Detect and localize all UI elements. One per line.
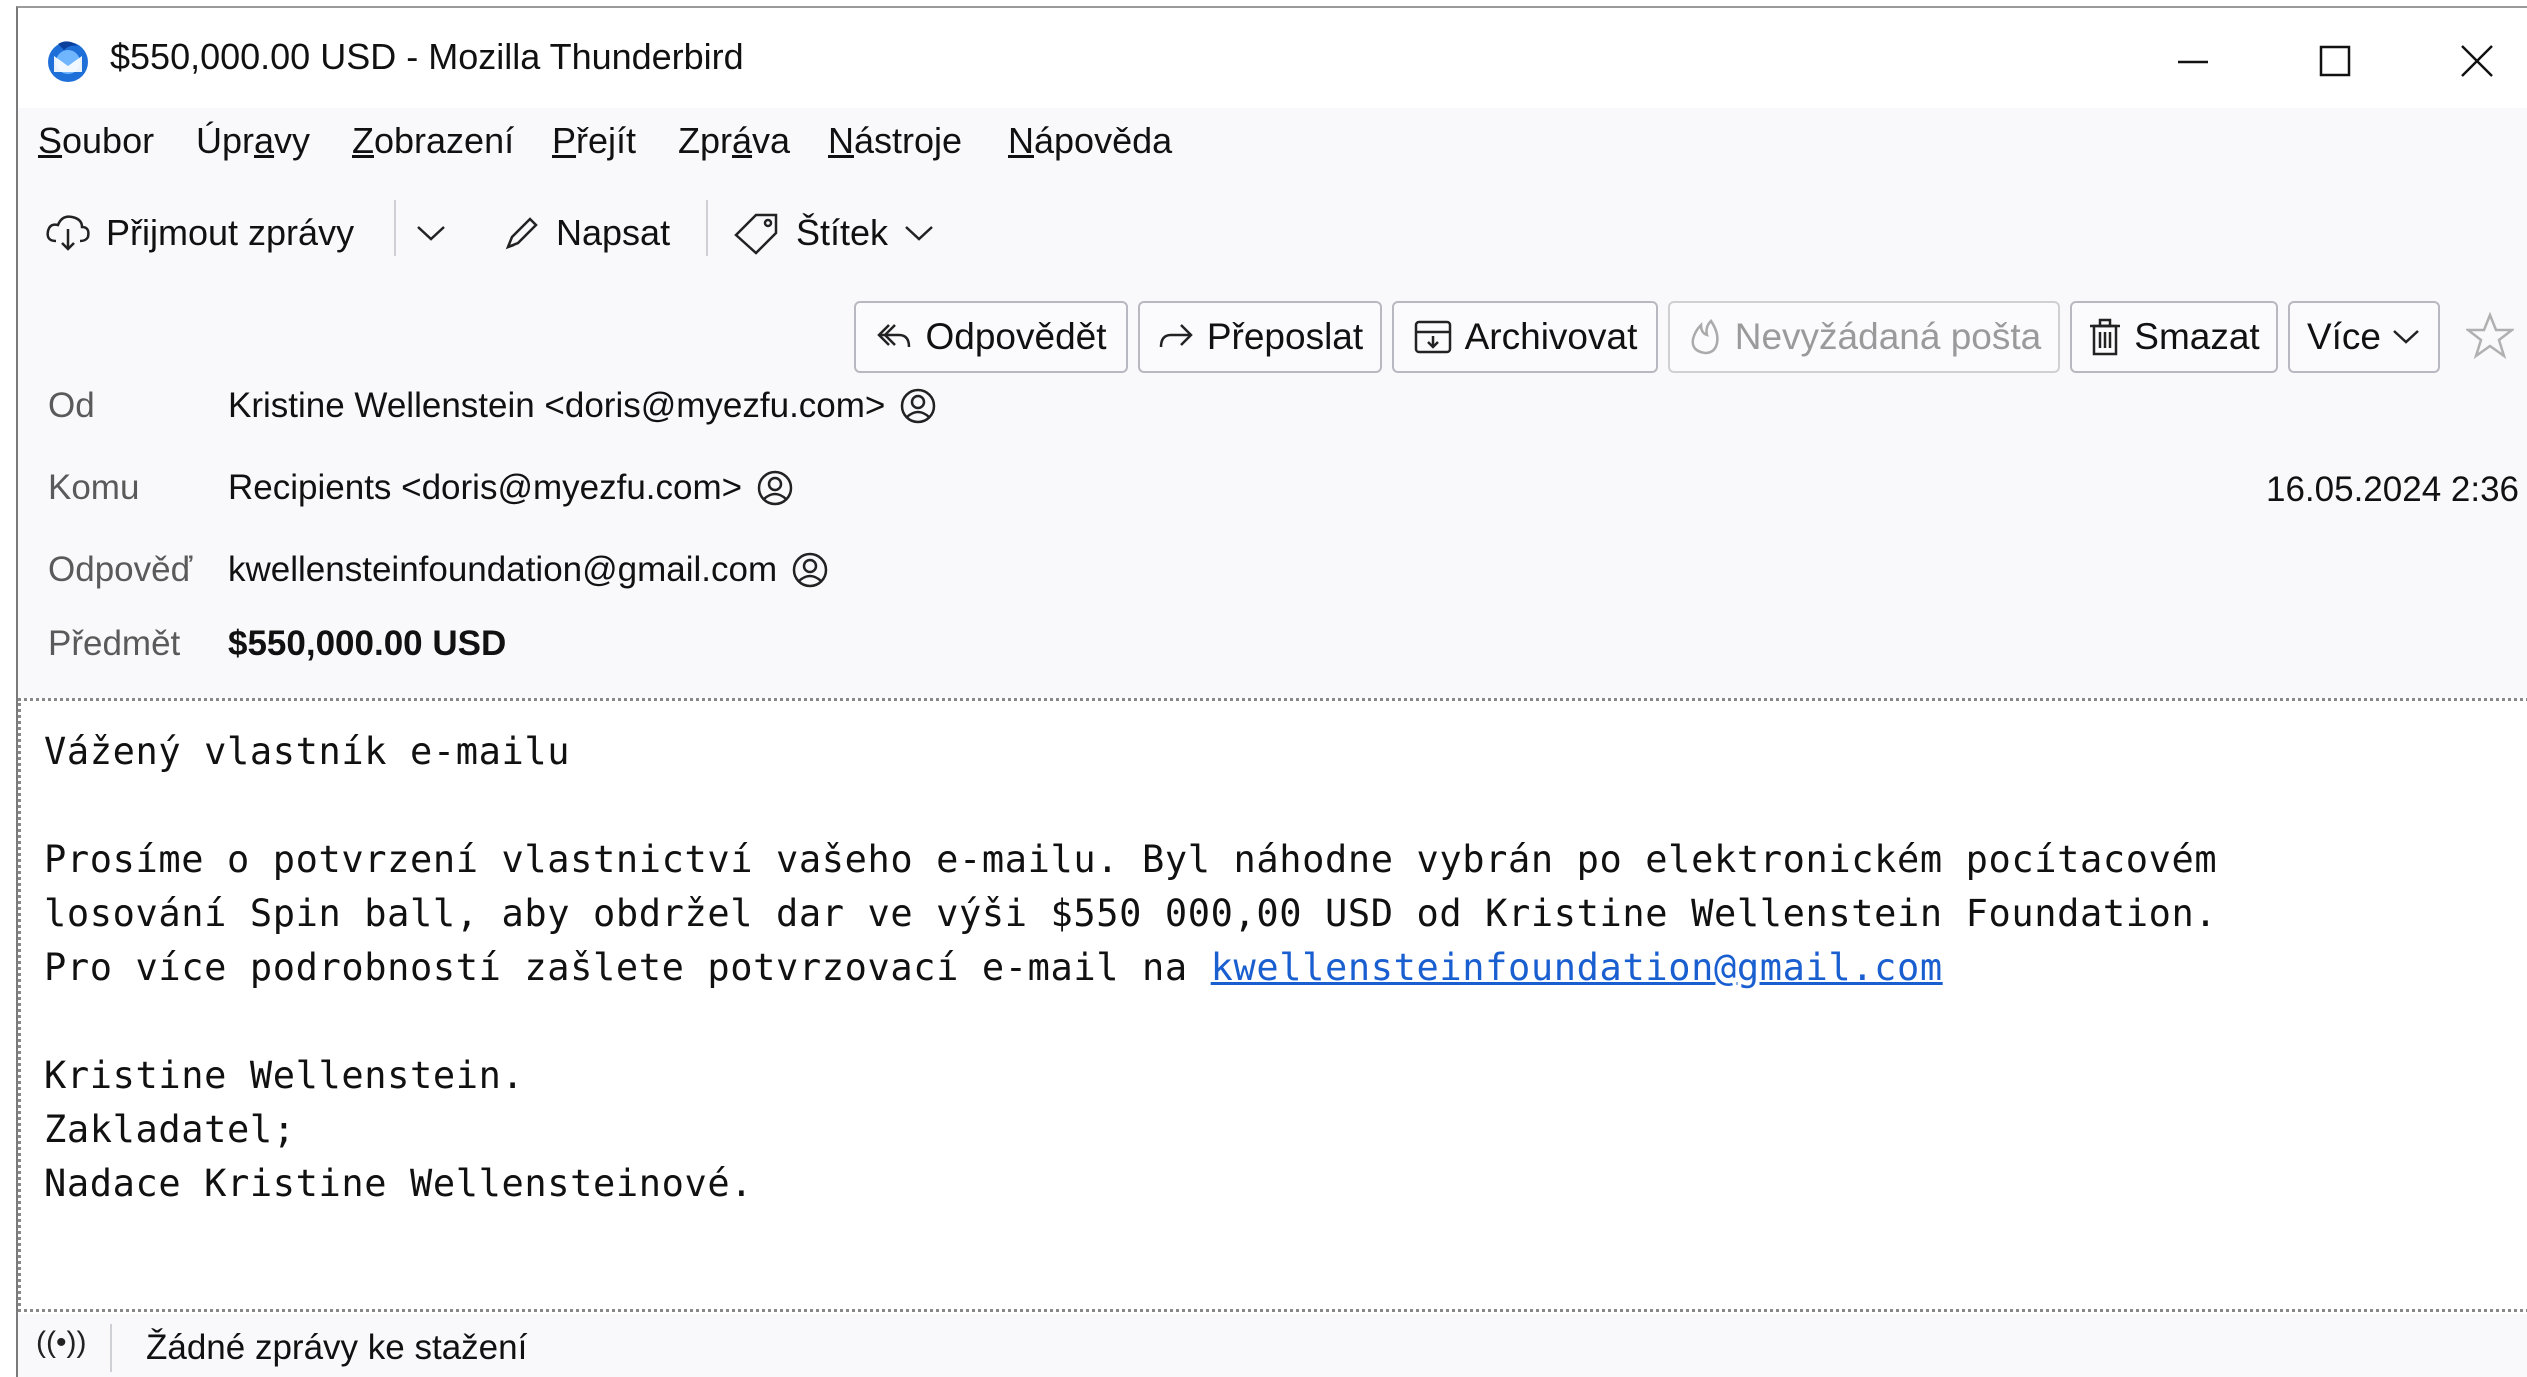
reply-label: Odpovědět <box>925 316 1107 357</box>
tag-label: Štítek <box>796 212 889 253</box>
junk-label: Nevyžádaná pošta <box>1734 316 2042 357</box>
minimize-icon <box>2178 60 2208 64</box>
tag-icon <box>734 213 778 255</box>
menu-message[interactable]: Zpráva <box>678 120 790 162</box>
from-label: Od <box>48 386 95 425</box>
maximize-icon <box>2319 45 2351 77</box>
online-status-icon[interactable]: ((•)) <box>36 1326 86 1360</box>
chevron-down-icon <box>417 226 445 241</box>
message-body[interactable] <box>18 698 2527 1312</box>
body-greeting: Vážený vlastník e-mailu <box>44 730 571 773</box>
get-messages-label: Přijmout zprávy <box>106 212 355 253</box>
title-bar: $550,000.00 USD - Mozilla Thunderbird <box>18 8 2527 108</box>
signature-org: Nadace Kristine Wellensteinové. <box>44 1162 754 1205</box>
thunderbird-window: $550,000.00 USD - Mozilla Thunderbird So… <box>16 6 2527 1377</box>
reply-button[interactable]: Odpovědět <box>854 301 1128 373</box>
status-text: Žádné zprávy ke stažení <box>146 1328 528 1367</box>
get-messages-button[interactable]: Přijmout zprávy <box>44 200 354 266</box>
archive-label: Archivovat <box>1464 316 1638 357</box>
thunderbird-logo-icon <box>48 41 88 82</box>
minimize-button[interactable] <box>2138 26 2248 96</box>
reply-to-label: Odpověď <box>48 550 193 589</box>
delete-label: Smazat <box>2134 316 2260 357</box>
pencil-icon <box>505 217 538 250</box>
chevron-down-icon <box>2393 330 2419 344</box>
signature-name: Kristine Wellenstein. <box>44 1054 525 1097</box>
forward-icon <box>1159 324 1193 348</box>
forward-button[interactable]: Přeposlat <box>1138 301 1382 373</box>
body-line-1: Prosíme o potvrzení vlastnictví vašeho e… <box>44 838 2218 881</box>
contact-icon[interactable] <box>899 387 937 425</box>
status-separator <box>110 1324 112 1372</box>
trash-icon <box>2090 318 2121 356</box>
subject-label: Předmět <box>48 624 181 663</box>
signature-role: Zakladatel; <box>44 1108 296 1151</box>
reply-to-address[interactable]: kwellensteinfoundation@gmail.com <box>228 550 777 590</box>
to-address[interactable]: Recipients <doris@myezfu.com> <box>228 468 742 508</box>
maximize-button[interactable] <box>2280 26 2390 96</box>
close-window-button[interactable] <box>2422 26 2527 96</box>
toolbar-separator <box>706 200 708 256</box>
menu-go[interactable]: Přejít <box>552 120 636 162</box>
message-date: 16.05.2024 2:36 <box>2265 470 2519 509</box>
to-value[interactable]: Recipients <doris@myezfu.com> <box>228 468 794 508</box>
reply-to-value[interactable]: kwellensteinfoundation@gmail.com <box>228 550 829 590</box>
email-link[interactable]: kwellensteinfoundation@gmail.com <box>1211 946 1943 989</box>
flame-icon <box>1691 319 1719 355</box>
cloud-download-icon <box>46 215 90 251</box>
write-label: Napsat <box>556 212 671 253</box>
chevron-down-icon <box>905 226 933 241</box>
contact-icon[interactable] <box>791 551 829 589</box>
to-label: Komu <box>48 468 140 507</box>
contact-icon[interactable] <box>756 469 794 507</box>
more-button[interactable]: Více <box>2288 301 2440 373</box>
reply-icon <box>877 324 911 348</box>
star-icon[interactable] <box>2466 312 2514 360</box>
subject-value: $550,000.00 USD <box>228 624 507 663</box>
more-label: Více <box>2306 316 2382 357</box>
archive-button[interactable]: Archivovat <box>1392 301 1658 373</box>
menu-edit[interactable]: Úpravy <box>196 120 310 162</box>
forward-label: Přeposlat <box>1206 316 1364 357</box>
menu-file[interactable]: Soubor <box>38 120 154 162</box>
archive-icon <box>1414 320 1451 354</box>
body-line-2: losování Spin ball, aby obdržel dar ve v… <box>44 892 2218 935</box>
from-value[interactable]: Kristine Wellenstein <doris@myezfu.com> <box>228 386 937 426</box>
toolbar-separator <box>394 200 396 256</box>
delete-button[interactable]: Smazat <box>2070 301 2278 373</box>
close-icon <box>2461 45 2493 77</box>
body-line-3: Pro více podrobností zašlete potvrzovací… <box>44 946 1943 989</box>
get-messages-dropdown[interactable] <box>414 200 462 266</box>
window-title: $550,000.00 USD - Mozilla Thunderbird <box>110 36 744 77</box>
menu-view[interactable]: Zobrazení <box>352 120 514 162</box>
from-address[interactable]: Kristine Wellenstein <doris@myezfu.com> <box>228 386 885 426</box>
body-line-3-text: Pro více podrobností zašlete potvrzovací… <box>44 946 1211 989</box>
junk-button[interactable]: Nevyžádaná pošta <box>1668 301 2060 373</box>
tag-button[interactable]: Štítek <box>732 200 950 266</box>
menu-help[interactable]: Nápověda <box>1008 120 1172 162</box>
write-button[interactable]: Napsat <box>502 200 670 266</box>
menu-tools[interactable]: Nástroje <box>828 120 962 162</box>
